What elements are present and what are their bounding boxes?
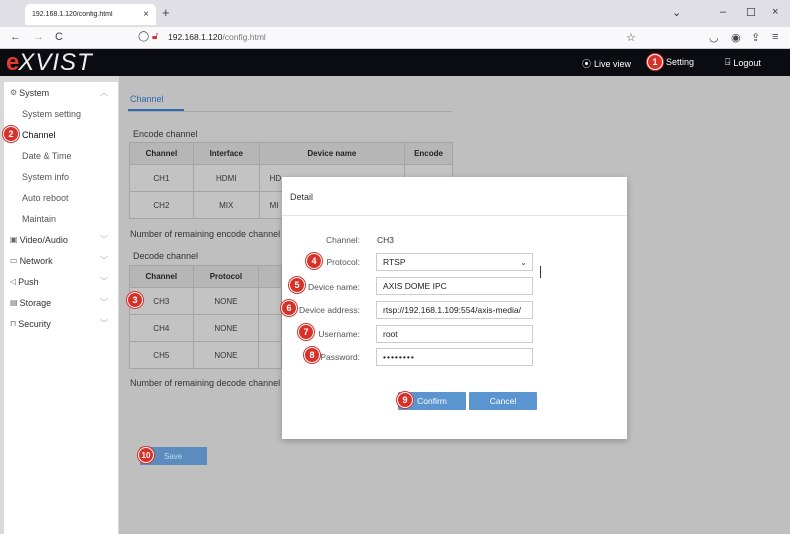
- chevron-down-icon: ﹀: [100, 235, 108, 244]
- encode-channel-title: Encode channel: [133, 129, 198, 139]
- video-icon: ▣: [10, 235, 18, 244]
- sidebar-item-system-setting[interactable]: System setting: [4, 103, 118, 124]
- annotation-marker-5: 5: [289, 277, 305, 293]
- table-row[interactable]: CH5 NONE: [129, 341, 282, 369]
- username-field[interactable]: root: [376, 325, 533, 343]
- annotation-marker-6: 6: [281, 300, 297, 316]
- text-cursor: [540, 266, 541, 278]
- channel-label: Channel:: [325, 235, 360, 245]
- browser-nav-bar: ← → C ◯ 🔓︎ 192.168.1.120/config.html ☆ ◡…: [0, 27, 790, 49]
- sidebar: ⚙ System ︿ System setting Channel Date & T…: [4, 82, 118, 534]
- new-tab-icon[interactable]: +: [162, 5, 170, 20]
- browser-tab[interactable]: 192.168.1.120/config.html ×: [25, 4, 156, 25]
- annotation-marker-2: 2: [3, 126, 19, 142]
- tabs-dropdown-icon[interactable]: ⌄: [672, 6, 681, 19]
- decode-channel-table: Channel Protocol CH3 NONE CH4 NONE CH5 N…: [129, 265, 282, 369]
- sidebar-item-date-time[interactable]: Date & Time: [4, 145, 118, 166]
- device-address-label: Device address:: [299, 305, 360, 315]
- chevron-down-icon: ﹀: [100, 277, 108, 286]
- channel-value: CH3: [377, 235, 395, 245]
- cancel-button[interactable]: Cancel: [469, 392, 537, 410]
- username-label: Username:: [318, 329, 360, 339]
- annotation-marker-10: 10: [138, 447, 154, 463]
- chevron-down-icon: ﹀: [100, 319, 108, 328]
- sidebar-item-network[interactable]: ▭ Network ﹀: [4, 250, 118, 271]
- monitor-icon: ▭: [10, 256, 18, 265]
- table-row[interactable]: CH3 NONE: [129, 287, 282, 315]
- chevron-down-icon: ﹀: [100, 298, 108, 307]
- annotation-marker-7: 7: [298, 324, 314, 340]
- gear-icon: ⚙: [10, 88, 18, 97]
- annotation-marker-4: 4: [306, 253, 322, 269]
- address-bar[interactable]: 192.168.1.120/config.html: [168, 32, 266, 42]
- annotation-marker-3: 3: [127, 292, 143, 308]
- chevron-down-icon: ⌄: [520, 257, 527, 267]
- minimize-icon[interactable]: –: [720, 6, 726, 18]
- sidebar-item-system-info[interactable]: System info: [4, 166, 118, 187]
- detail-dialog: Detail Channel: CH3 Protocol: RTSP ⌄ Dev…: [282, 177, 627, 439]
- chevron-down-icon: ﹀: [100, 256, 108, 265]
- device-name-label: Device name:: [308, 282, 360, 292]
- menu-icon[interactable]: ≡: [772, 31, 778, 43]
- protocol-label: Protocol:: [326, 257, 360, 267]
- url-host: 192.168.1.120: [168, 32, 223, 42]
- remaining-decode-text: Number of remaining decode channel: [130, 378, 281, 388]
- protocol-select[interactable]: RTSP ⌄: [376, 253, 533, 271]
- lock-icon[interactable]: 🔓︎: [152, 31, 158, 42]
- logout-icon: ⍈: [725, 57, 731, 67]
- sidebar-item-channel[interactable]: Channel: [4, 124, 118, 145]
- browser-tab-bar: 192.168.1.120/config.html × + ⌄ – ☐ ×: [0, 0, 790, 27]
- shield-icon[interactable]: ◯: [138, 31, 149, 42]
- app-header: eXVIST ⦿ Live view Setting ⍈ Logout: [0, 49, 790, 76]
- sidebar-item-security[interactable]: ⊓ Security ﹀: [4, 313, 118, 334]
- reload-icon[interactable]: C: [55, 31, 63, 43]
- tab-close-icon[interactable]: ×: [143, 9, 149, 20]
- back-icon[interactable]: ←: [10, 31, 21, 43]
- device-name-field[interactable]: AXIS DOME IPC: [376, 277, 533, 295]
- col-header: Protocol: [192, 265, 260, 288]
- account-icon[interactable]: ◉: [731, 31, 741, 44]
- logout-button[interactable]: ⍈ Logout: [725, 57, 761, 68]
- url-path: /config.html: [222, 32, 266, 42]
- live-view-button[interactable]: ⦿ Live view: [582, 57, 631, 70]
- maximize-icon[interactable]: ☐: [746, 6, 756, 19]
- col-header: Interface: [192, 142, 260, 165]
- forward-icon[interactable]: →: [33, 31, 44, 43]
- browser-tab-title: 192.168.1.120/config.html: [32, 11, 113, 18]
- col-header: Channel: [129, 265, 194, 288]
- play-circle-icon: ⦿: [582, 59, 592, 69]
- tab-divider: [128, 111, 452, 112]
- send-icon: ◁: [10, 277, 17, 286]
- password-label: Password:: [320, 352, 360, 362]
- dialog-title: Detail: [290, 192, 314, 202]
- annotation-marker-1: 1: [647, 54, 663, 70]
- bookmark-star-icon[interactable]: ☆: [626, 31, 636, 44]
- sidebar-item-video-audio[interactable]: ▣ Video/Audio ﹀: [4, 229, 118, 250]
- decode-channel-title: Decode channel: [133, 251, 199, 261]
- remaining-encode-text: Number of remaining encode channel: [130, 229, 281, 239]
- sidebar-item-auto-reboot[interactable]: Auto reboot: [4, 187, 118, 208]
- tab-channel[interactable]: Channel: [130, 94, 164, 109]
- setting-button[interactable]: Setting: [666, 57, 694, 67]
- table-row[interactable]: CH4 NONE: [129, 314, 282, 342]
- sidebar-item-push[interactable]: ◁ Push ﹀: [4, 271, 118, 292]
- dialog-divider: [282, 215, 627, 216]
- col-header: Device name: [258, 142, 406, 165]
- annotation-marker-8: 8: [304, 347, 320, 363]
- password-field[interactable]: ••••••••: [376, 348, 533, 366]
- sidebar-item-storage[interactable]: ▤ Storage ﹀: [4, 292, 118, 313]
- chevron-up-icon: ︿: [100, 88, 108, 97]
- extensions-icon[interactable]: ⇪: [751, 31, 760, 44]
- sidebar-item-system[interactable]: ⚙ System ︿: [4, 82, 118, 103]
- window-close-icon[interactable]: ×: [772, 6, 778, 18]
- storage-icon: ▤: [10, 298, 18, 307]
- sidebar-item-maintain[interactable]: Maintain: [4, 208, 118, 229]
- device-address-field[interactable]: rtsp://192.168.1.109:554/axis-media/: [376, 301, 533, 319]
- col-header: Channel: [129, 142, 194, 165]
- lock-icon: ⊓: [10, 319, 17, 328]
- pocket-icon[interactable]: ◡: [709, 31, 719, 44]
- annotation-marker-9: 9: [397, 392, 413, 408]
- exvist-logo: eXVIST: [6, 49, 93, 76]
- col-header: Encode: [404, 142, 453, 165]
